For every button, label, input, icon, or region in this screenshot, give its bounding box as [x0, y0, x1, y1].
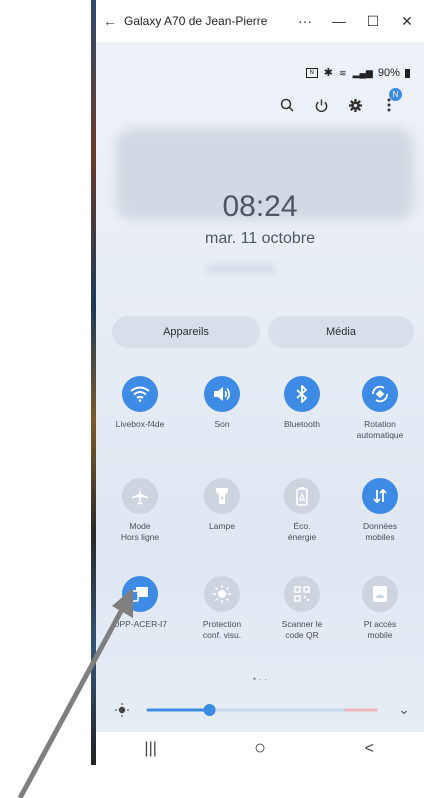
tile-eye-comfort-circle: [204, 576, 240, 612]
tile-label: Mode: [129, 521, 151, 531]
page-indicator: • · ·: [252, 674, 268, 684]
device-cast-icon: [131, 587, 148, 602]
expand-chevron-icon[interactable]: ⌄: [398, 702, 410, 718]
eye-comfort-icon: [213, 585, 231, 603]
minimize-button[interactable]: —: [322, 13, 356, 29]
tile-sublabel: Hors ligne: [120, 532, 160, 542]
tile-sublabel: conf. visu.: [202, 630, 242, 640]
tile-label: Éco.: [293, 521, 311, 531]
tile-flashlight[interactable]: Lampe: [182, 478, 262, 532]
power-saving-icon: [296, 487, 308, 506]
phone-screen: N ✱ ≋ ▂▄▆ 90% N 08:24 mar. 11 octobre Ap…: [96, 42, 424, 765]
android-navigation-bar: ||| ○ <: [96, 732, 424, 765]
tile-label: Livebox-f4de: [115, 419, 165, 429]
notification-badge: N: [389, 88, 402, 101]
tile-label: Données: [362, 521, 398, 531]
sun-icon: [115, 703, 129, 717]
tile-sublabel: mobile: [367, 630, 393, 640]
nfc-icon: N: [305, 68, 318, 79]
tile-sublabel: mobiles: [365, 532, 395, 542]
quick-panel-top-icons: N: [270, 88, 406, 116]
sound-icon: [214, 387, 231, 401]
tile-power-saving-circle: [284, 478, 320, 514]
tile-wifi-circle: [122, 376, 158, 412]
tile-label: Pt accès: [363, 619, 397, 629]
tile-sublabel: automatique: [356, 430, 404, 440]
more-vert-icon[interactable]: N: [372, 88, 406, 116]
hotspot-icon: [373, 586, 387, 602]
lock-time: 08:24: [222, 190, 298, 223]
tile-device-connect[interactable]: OPP-ACER-I7: [100, 576, 180, 630]
tile-label: Son: [214, 419, 230, 429]
battery-icon: [405, 68, 410, 78]
close-button[interactable]: ✕: [390, 13, 424, 30]
tile-label: Bluetooth: [284, 419, 320, 429]
lock-date: mar. 11 octobre: [205, 230, 315, 247]
tile-auto-rotate-circle: [362, 376, 398, 412]
brightness-thumb[interactable]: [203, 704, 216, 716]
home-button[interactable]: ○: [230, 737, 290, 760]
tile-label: Scanner le: [281, 619, 323, 629]
maximize-button[interactable]: ☐: [356, 13, 390, 30]
power-icon[interactable]: [304, 94, 338, 116]
cell-signal-icon: ▂▄▆: [352, 68, 373, 78]
tile-power-saving[interactable]: Éco. énergie: [262, 478, 342, 543]
auto-rotate-icon: [372, 385, 388, 403]
tile-label: Protection: [202, 619, 242, 629]
airplane-icon: [132, 488, 148, 505]
more-options-icon[interactable]: ···: [288, 13, 322, 29]
tile-device-connect-circle: [122, 576, 158, 612]
tile-eye-comfort[interactable]: Protection conf. visu.: [182, 576, 262, 641]
window-titlebar: ← Galaxy A70 de Jean-Pierre ··· — ☐ ✕: [96, 0, 424, 42]
tile-auto-rotate[interactable]: Rotation automatique: [340, 376, 420, 441]
recents-button[interactable]: |||: [121, 740, 181, 758]
tile-wifi[interactable]: Livebox-f4de: [100, 376, 180, 430]
tile-sound-circle: [204, 376, 240, 412]
tile-airplane[interactable]: Mode Hors ligne: [100, 478, 180, 543]
tile-mobile-data[interactable]: Données mobiles: [340, 478, 420, 543]
battery-percent: 90%: [377, 67, 400, 79]
tile-airplane-circle: [122, 478, 158, 514]
tile-hotspot-circle: [362, 576, 398, 612]
gear-icon[interactable]: [338, 94, 372, 116]
wifi-signal-icon: ≋: [339, 68, 347, 78]
tile-qr-scanner[interactable]: Scanner le code QR: [262, 576, 342, 641]
tile-hotspot[interactable]: Pt accès mobile: [340, 576, 420, 641]
qr-scanner-icon: [294, 586, 310, 602]
back-button[interactable]: <: [339, 740, 399, 758]
bluetooth-status-icon: ✱: [323, 67, 333, 79]
tile-sublabel: énergie: [287, 532, 317, 542]
tile-sublabel: code QR: [285, 630, 319, 640]
tile-bluetooth-circle: [284, 376, 320, 412]
tile-sound[interactable]: Son: [182, 376, 262, 430]
status-bar: N ✱ ≋ ▂▄▆ 90%: [305, 66, 410, 79]
tile-bluetooth[interactable]: Bluetooth: [262, 376, 342, 430]
brightness-slider[interactable]: ⌄: [114, 700, 414, 720]
wifi-icon: [130, 386, 150, 402]
window-title: Galaxy A70 de Jean-Pierre: [124, 14, 268, 28]
search-icon[interactable]: [270, 94, 304, 116]
back-arrow-icon[interactable]: ←: [96, 13, 124, 29]
flashlight-icon: [216, 488, 228, 504]
tile-flashlight-circle: [204, 478, 240, 514]
mobile-data-icon: [373, 488, 387, 504]
tile-label: Lampe: [209, 521, 235, 531]
tile-label: Rotation: [364, 419, 396, 429]
tile-label: OPP-ACER-I7: [112, 619, 168, 629]
bluetooth-icon: [296, 385, 308, 403]
tile-mobile-data-circle: [362, 478, 398, 514]
tile-qr-scanner-circle: [284, 576, 320, 612]
devices-button[interactable]: Appareils: [112, 316, 260, 348]
media-button[interactable]: Média: [268, 316, 414, 348]
blurred-text-line: [206, 264, 276, 274]
phone-mirror-window: ← Galaxy A70 de Jean-Pierre ··· — ☐ ✕ N …: [96, 0, 424, 765]
